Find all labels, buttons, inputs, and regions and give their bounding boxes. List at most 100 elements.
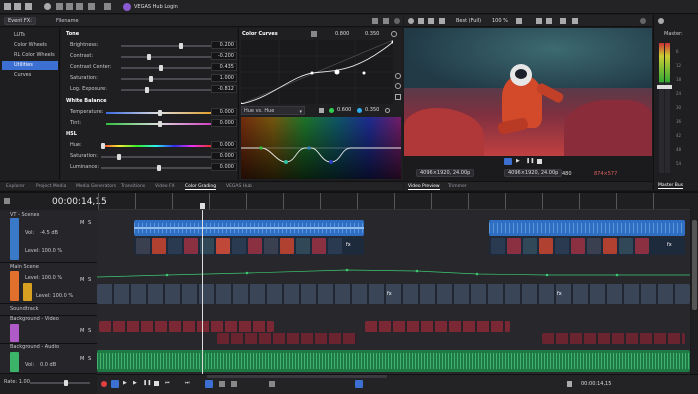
tab-video-fx[interactable]: Video FX bbox=[155, 184, 175, 189]
rgb-curve-graph[interactable] bbox=[241, 40, 393, 104]
bg-video-clip-4[interactable] bbox=[542, 333, 685, 344]
tab-media-generators[interactable]: Media Generators bbox=[76, 184, 116, 189]
mute-button[interactable]: M bbox=[80, 328, 84, 334]
saturation-value[interactable]: 1.000 bbox=[211, 74, 237, 82]
envelope-tool-icon[interactable] bbox=[219, 381, 225, 387]
hue-mode-dropdown[interactable]: Hue vs. Hue ▾ bbox=[241, 106, 305, 115]
hub-icon[interactable] bbox=[123, 3, 131, 11]
video-preview-frame[interactable] bbox=[404, 28, 652, 156]
bg-audio-clip[interactable] bbox=[97, 350, 690, 372]
scopes-icon[interactable] bbox=[560, 18, 566, 24]
mute-button[interactable]: M bbox=[80, 277, 84, 283]
saturation-slider[interactable] bbox=[121, 76, 211, 82]
bypass-icon[interactable] bbox=[383, 18, 389, 24]
mute-button[interactable]: M bbox=[80, 220, 84, 226]
solo-button[interactable]: S bbox=[88, 356, 91, 362]
rate-slider[interactable] bbox=[30, 380, 90, 386]
solo-button[interactable]: S bbox=[88, 220, 91, 226]
slider-knob[interactable] bbox=[158, 121, 162, 127]
stop-icon[interactable] bbox=[154, 381, 159, 386]
slider-knob[interactable] bbox=[147, 54, 151, 60]
fx-badge[interactable]: fx bbox=[557, 291, 562, 297]
marker-icon[interactable] bbox=[567, 381, 572, 387]
bg-video-clip-1[interactable] bbox=[99, 321, 274, 332]
contrast-center-value[interactable]: 0.435 bbox=[211, 63, 237, 71]
slider-knob[interactable] bbox=[157, 165, 161, 171]
channel-icon[interactable] bbox=[311, 31, 317, 37]
tab-transitions[interactable]: Transitions bbox=[121, 184, 145, 189]
track-name[interactable]: Background - Video bbox=[10, 316, 59, 322]
main-scene-clip[interactable]: fx fx bbox=[97, 284, 690, 304]
plugin-item-curves[interactable]: Curves bbox=[2, 71, 58, 80]
paste-icon[interactable] bbox=[76, 3, 83, 10]
temperature-value[interactable]: 0.000 bbox=[211, 108, 237, 116]
go-to-end-icon[interactable]: ⏭ bbox=[185, 380, 190, 386]
quality-dropdown[interactable]: Best (Full) bbox=[456, 18, 481, 24]
plugin-item-color-wheels[interactable]: Color Wheels bbox=[2, 41, 58, 50]
preview-settings-icon[interactable] bbox=[408, 18, 414, 24]
loop-button[interactable] bbox=[111, 380, 119, 388]
plugin-chain-icon[interactable] bbox=[372, 18, 378, 24]
track-list-menu-icon[interactable] bbox=[4, 198, 10, 204]
contrast-center-slider[interactable] bbox=[121, 65, 211, 71]
brightness-value[interactable]: 0.200 bbox=[211, 41, 237, 49]
curve-y-value[interactable]: 0.350 bbox=[365, 31, 379, 37]
tab-master-bus[interactable]: Master Bus bbox=[658, 183, 684, 189]
zoom-dropdown[interactable]: 100 % bbox=[492, 18, 508, 24]
slider-knob[interactable] bbox=[149, 76, 153, 82]
timeline-vscrollbar[interactable] bbox=[691, 210, 698, 374]
fx-icon[interactable] bbox=[428, 18, 434, 24]
hue-value[interactable]: 0.000 bbox=[211, 141, 237, 149]
zoom-in-icon[interactable] bbox=[395, 73, 401, 79]
video-clip-vt-2[interactable]: fx bbox=[489, 237, 685, 255]
tint-slider[interactable] bbox=[106, 121, 211, 127]
tab-vegas-hub[interactable]: VEGAS Hub bbox=[226, 184, 252, 189]
loop-button[interactable] bbox=[504, 158, 512, 165]
slider-knob[interactable] bbox=[64, 380, 68, 386]
snap-icon[interactable] bbox=[355, 380, 363, 388]
track-header-background-audio[interactable]: Background - Audio Vol: 0.0 dB M S bbox=[0, 344, 97, 374]
hue-reset-icon[interactable] bbox=[385, 108, 390, 113]
split-icon[interactable] bbox=[269, 381, 275, 387]
time-ruler[interactable] bbox=[98, 193, 690, 210]
luminance-value[interactable]: 0.000 bbox=[211, 163, 237, 171]
track-header-vt-scenes[interactable]: VT - Scenes Vol: -4.5 dB Level: 100.0 % … bbox=[0, 210, 97, 263]
tab-color-grading[interactable]: Color Grading bbox=[185, 184, 217, 190]
fx-badge[interactable]: fx bbox=[387, 291, 392, 297]
log-exposure-value[interactable]: -0.812 bbox=[211, 85, 237, 93]
more-icon[interactable] bbox=[394, 18, 400, 24]
slider-knob[interactable] bbox=[101, 143, 105, 149]
bg-video-clip-3[interactable] bbox=[217, 333, 357, 344]
event-fx-title[interactable]: Event FX: bbox=[4, 17, 36, 25]
play-icon[interactable]: ▶ bbox=[516, 158, 520, 164]
slider-knob[interactable] bbox=[179, 43, 183, 49]
redo-icon[interactable] bbox=[104, 3, 111, 10]
zoom-out-icon[interactable] bbox=[395, 83, 401, 89]
play-icon[interactable]: ▶ bbox=[133, 380, 137, 386]
slider-knob[interactable] bbox=[159, 65, 163, 71]
track-name[interactable]: Background - Audio bbox=[10, 344, 59, 350]
split-screen-icon[interactable] bbox=[439, 18, 445, 24]
fit-icon[interactable] bbox=[395, 94, 401, 100]
new-icon[interactable] bbox=[4, 3, 11, 10]
hscroll-area[interactable] bbox=[207, 375, 387, 378]
contrast-value[interactable]: -0.200 bbox=[211, 52, 237, 60]
tab-trimmer[interactable]: Trimmer bbox=[448, 184, 467, 189]
mute-button[interactable]: M bbox=[80, 356, 84, 362]
track-vol-value[interactable]: -4.5 dB bbox=[40, 230, 58, 236]
playhead-line[interactable] bbox=[202, 210, 203, 374]
hue-vs-hue-graph[interactable] bbox=[241, 117, 401, 179]
cut-icon[interactable] bbox=[56, 3, 63, 10]
save-snapshot-icon[interactable] bbox=[546, 18, 552, 24]
track-name[interactable]: Main Scene bbox=[10, 264, 39, 270]
copy-snapshot-icon[interactable] bbox=[536, 18, 542, 24]
tab-explorer[interactable]: Explorer bbox=[6, 184, 25, 189]
track-header-background-video[interactable]: Background - Video M S bbox=[0, 316, 97, 344]
add-point-icon[interactable] bbox=[319, 108, 324, 113]
luminance-slider[interactable] bbox=[101, 165, 211, 171]
overlays-icon[interactable] bbox=[516, 18, 522, 24]
curve-x-value[interactable]: 0.800 bbox=[335, 31, 349, 37]
solo-button[interactable]: S bbox=[88, 277, 91, 283]
master-fader[interactable] bbox=[657, 85, 672, 89]
selection-tool-icon[interactable] bbox=[231, 381, 237, 387]
